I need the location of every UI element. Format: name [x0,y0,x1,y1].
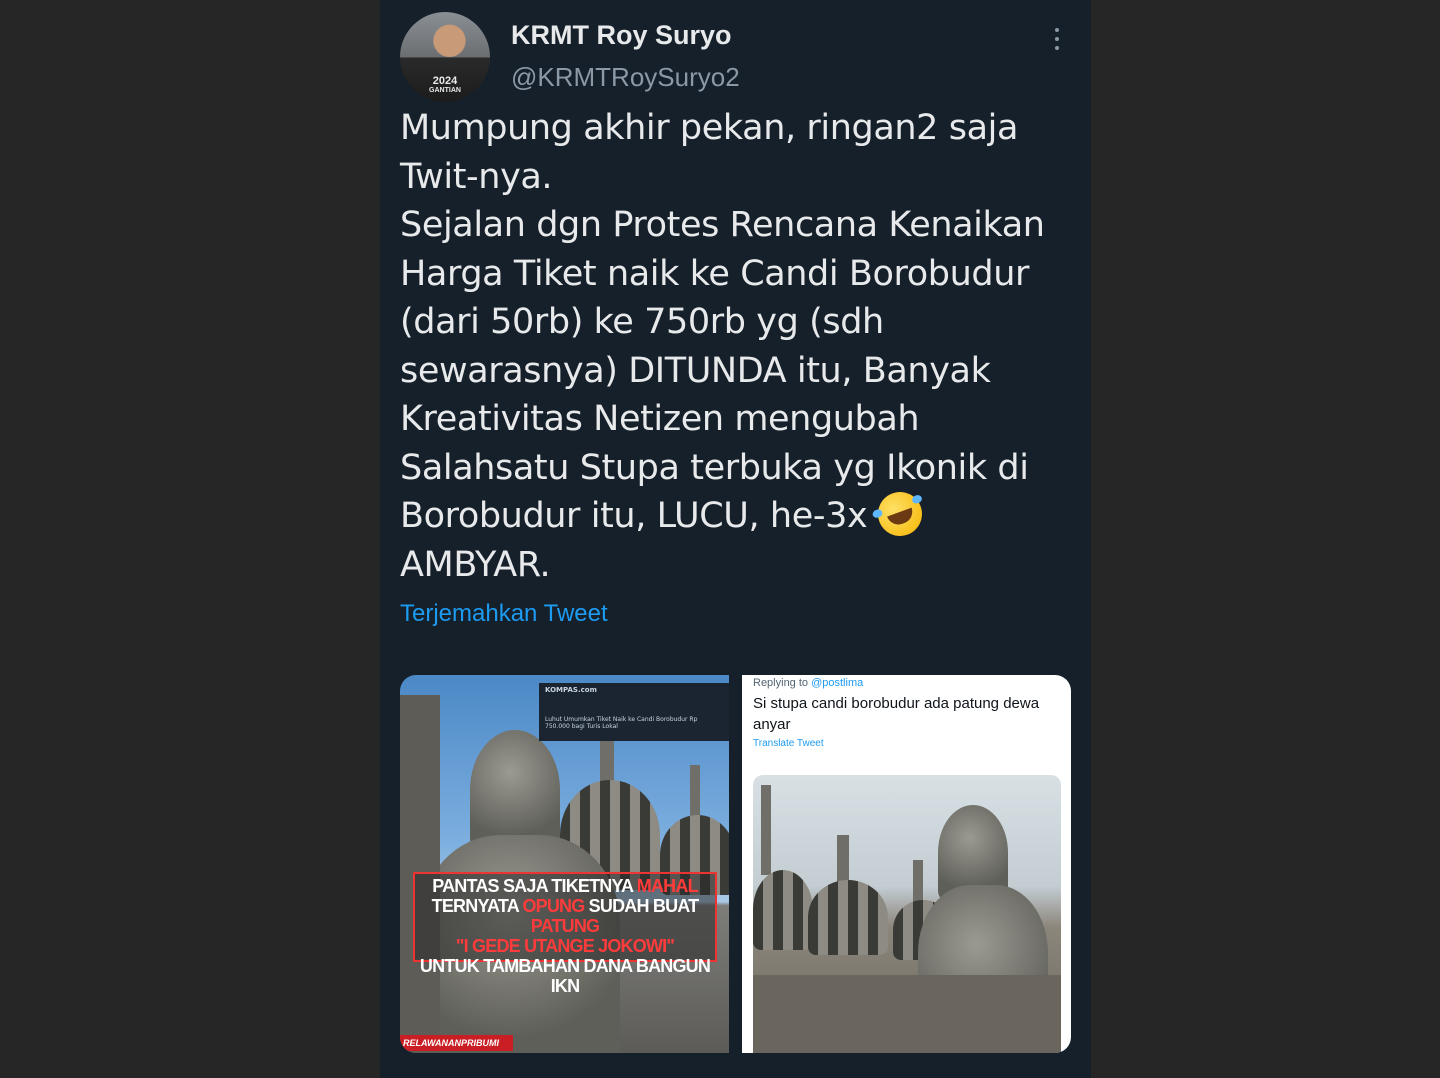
inner-photo [753,775,1061,1053]
buddha-statue [470,730,560,850]
banner-text: PANTAS SAJA TIKETNYA [432,876,637,896]
laughing-emoji-icon [871,485,929,543]
banner-text: SUDAH BUAT [584,896,699,916]
banner-line-1: PANTAS SAJA TIKETNYA MAHAL [415,876,715,896]
avatar-shirt-word: GANTIAN [429,87,461,94]
tweet-text: Mumpung akhir pekan, ringan2 saja Twit-n… [400,104,1080,589]
reply-prefix: Replying to [753,677,812,689]
banner-line-3: "I GEDE UTANGE JOKOWI" [455,936,675,956]
translate-tweet-link[interactable]: Terjemahkan Tweet [400,600,608,628]
tweet-line: Harga Tiket naik ke Candi Borobudur [400,253,1029,294]
tweet-line: sewarasnya) DITUNDA itu, Banyak [400,350,991,391]
stupa-spire [837,835,849,885]
avatar-shirt-text: 2024 GANTIAN [428,76,462,96]
media-image-right[interactable]: Replying to @postlima Si stupa candi bor… [742,675,1071,1053]
watermark: RELAWANANPRIBUMI [400,1035,513,1051]
tweet-line: Kreativitas Netizen mengubah [400,399,920,439]
dot-icon [1055,37,1059,41]
media-grid: KOMPAS.com Luhut Umumkan Tiket Naik ke C… [400,675,1071,1053]
news-headline: Luhut Umumkan Tiket Naik ke Candi Borobu… [545,716,698,730]
tweet-line: AMBYAR. [400,544,551,585]
reply-mention: @postlima [811,677,864,689]
dot-icon [1055,46,1059,50]
banner-text-red: OPUNG [522,896,585,916]
tweet-line: Sejalan dgn Protes Rencana Kenaikan [400,205,1045,245]
display-name[interactable]: KRMT Roy Suryo [511,20,732,51]
inner-tweet-text: Si stupa candi borobudur ada patung dewa… [753,695,1040,733]
tweet-card: 2024 GANTIAN KRMT Roy Suryo @KRMTRoySury… [380,0,1091,1078]
banner-text: TERNYATA [431,896,523,916]
replying-to: Replying to @postlima [753,677,863,689]
tweet-line: Borobudur itu, LUCU, he-3x [400,496,868,536]
tweet-line: Salahsatu Stupa terbuka yg Ikonik di [400,447,1029,488]
user-handle[interactable]: @KRMTRoySuryo2 [511,62,740,93]
inner-translate-link: Translate Tweet [753,738,824,749]
media-image-left[interactable]: KOMPAS.com Luhut Umumkan Tiket Naik ke C… [400,675,729,1053]
tweet-line: Mumpung akhir pekan, ringan2 saja [400,108,1019,148]
tweet-line-with-emoji: Borobudur itu, LUCU, he-3x [400,485,1080,543]
news-site-label: KOMPAS.com [545,686,597,694]
banner-line-4: UNTUK TAMBAHAN DANA BANGUN IKN [419,956,711,996]
stupa [753,870,813,950]
banner-text-red: PATUNG [530,916,600,936]
news-screenshot: KOMPAS.com Luhut Umumkan Tiket Naik ke C… [539,683,729,741]
tweet-line: Twit-nya. [400,156,553,197]
stupa-spire [761,785,771,875]
dot-icon [1055,28,1059,32]
more-options-button[interactable] [1046,26,1068,52]
temple-ground [753,975,1061,1053]
tweet-line: (dari 50rb) ke 750rb yg (sdh [400,302,884,342]
banner-text-red: MAHAL [636,876,699,896]
banner-line-2: TERNYATA OPUNG SUDAH BUAT PATUNG [415,896,715,936]
meme-banner: PANTAS SAJA TIKETNYA MAHAL TERNYATA OPUN… [413,872,717,996]
stupa-spire [913,860,923,905]
stupa [808,880,888,955]
avatar[interactable]: 2024 GANTIAN [400,12,490,102]
